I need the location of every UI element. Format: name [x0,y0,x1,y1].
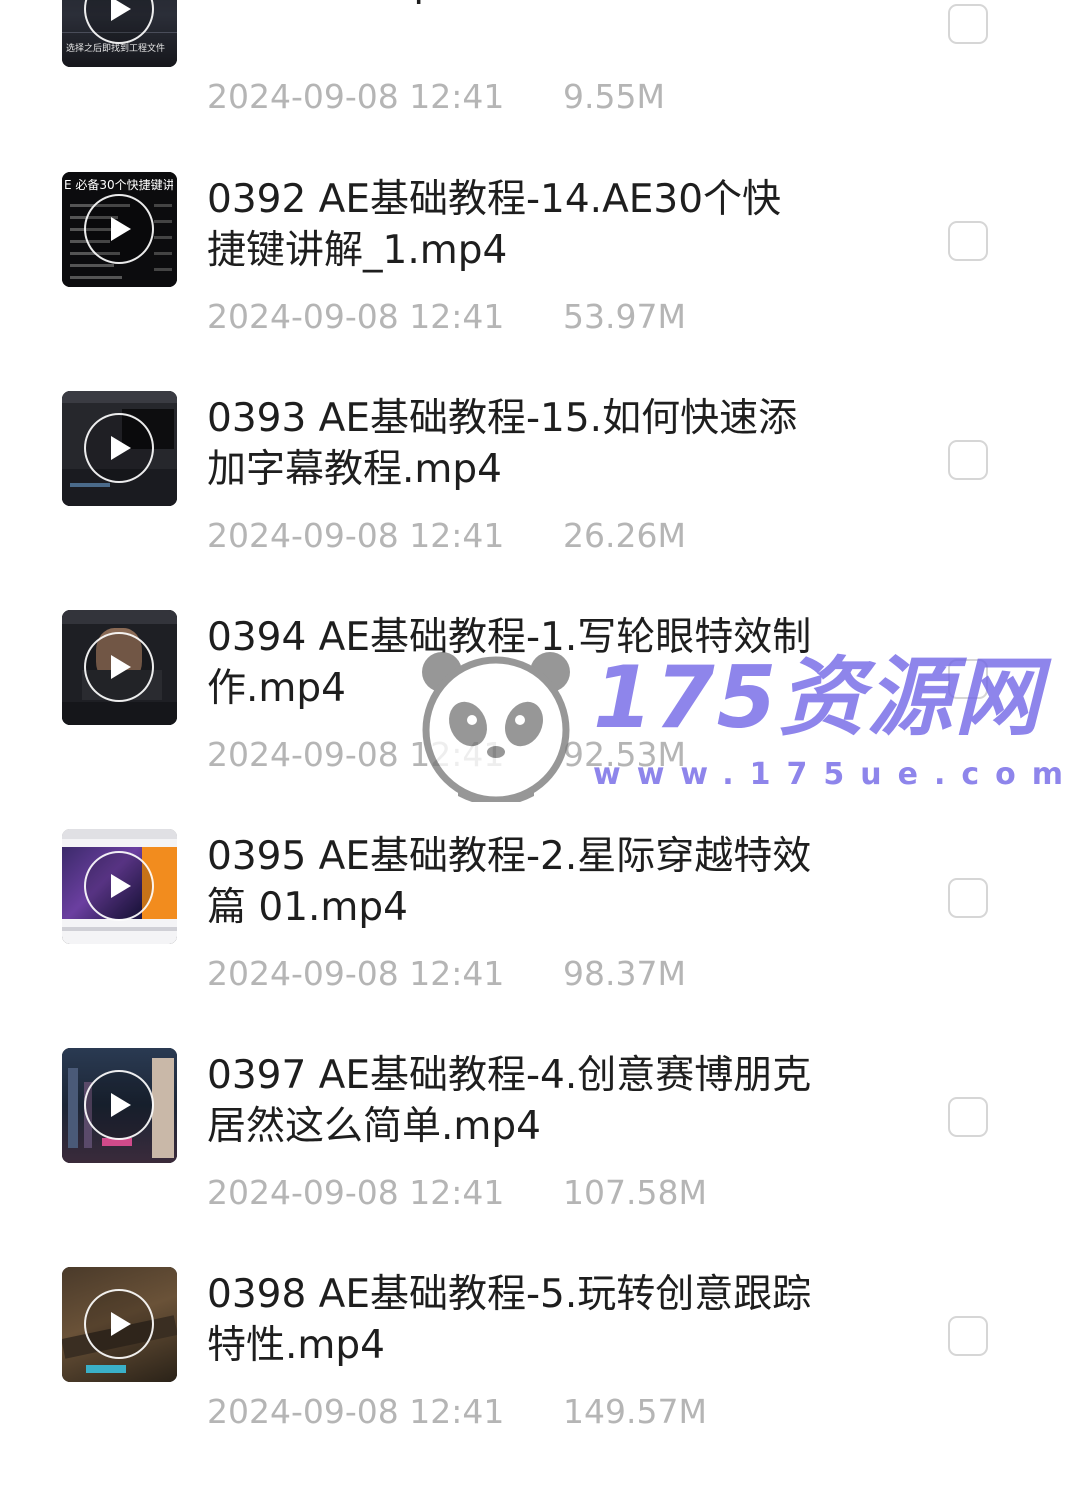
video-thumbnail[interactable]: E 必备30个快捷键讲 [62,172,177,287]
file-size: 26.26M [563,516,686,555]
play-icon [111,655,131,679]
thumbnail-caption: 选择之后即找到工程文件 [66,44,166,54]
file-title: 0397 AE基础教程-4.创意赛博朋克居然这么简单.mp4 [207,1053,812,1149]
select-checkbox[interactable] [948,4,988,44]
list-item[interactable]: 0398 AE基础教程-5.玩转创意跟踪特性.mp4 2024-09-08 12… [0,1267,1080,1486]
play-icon [111,217,131,241]
file-title: 工程文件.mp4 [207,0,817,9]
file-meta: 2024-09-08 12:41 107.58M [207,1173,707,1213]
list-item[interactable]: 0395 AE基础教程-2.星际穿越特效篇 01.mp4 2024-09-08 … [0,829,1080,1048]
file-size: 9.55M [563,77,665,116]
file-title: 0395 AE基础教程-2.星际穿越特效篇 01.mp4 [207,834,812,930]
play-icon [111,436,131,460]
file-size: 53.97M [563,297,686,336]
file-meta: 2024-09-08 12:41 9.55M [207,77,665,117]
file-list: 选择之后即找到工程文件 工程文件.mp4 2024-09-08 12:41 9.… [0,0,1080,1444]
video-thumbnail[interactable] [62,1267,177,1382]
select-checkbox[interactable] [948,1316,988,1356]
list-item[interactable]: 选择之后即找到工程文件 工程文件.mp4 2024-09-08 12:41 9.… [0,0,1080,171]
file-size: 98.37M [563,954,686,993]
play-icon [111,1093,131,1117]
file-date: 2024-09-08 12:41 [207,735,505,774]
video-thumbnail[interactable] [62,610,177,725]
file-date: 2024-09-08 12:41 [207,77,505,116]
file-size: 149.57M [563,1392,707,1431]
file-size: 92.53M [563,735,686,774]
play-button[interactable] [84,194,154,264]
video-thumbnail[interactable] [62,391,177,506]
list-item[interactable]: 0397 AE基础教程-4.创意赛博朋克居然这么简单.mp4 2024-09-0… [0,1048,1080,1267]
file-title: 0398 AE基础教程-5.玩转创意跟踪特性.mp4 [207,1272,812,1368]
thumbnail-caption: E 必备30个快捷键讲 [64,179,173,192]
play-button[interactable] [84,1070,154,1140]
file-meta: 2024-09-08 12:41 149.57M [207,1392,707,1432]
play-button[interactable] [84,632,154,702]
play-icon [111,0,131,21]
play-icon [111,874,131,898]
select-checkbox[interactable] [948,659,988,699]
file-date: 2024-09-08 12:41 [207,516,505,555]
file-size: 107.58M [563,1173,707,1212]
file-title: 0392 AE基础教程-14.AE30个快捷键讲解_1.mp4 [207,177,782,273]
select-checkbox[interactable] [948,1097,988,1137]
select-checkbox[interactable] [948,878,988,918]
list-item[interactable]: E 必备30个快捷键讲 0392 AE基础教程-14.AE30个快捷键讲解_1.… [0,172,1080,391]
list-item[interactable]: 0393 AE基础教程-15.如何快速添加字幕教程.mp4 2024-09-08… [0,391,1080,610]
file-date: 2024-09-08 12:41 [207,297,505,336]
file-date: 2024-09-08 12:41 [207,1173,505,1212]
video-thumbnail[interactable]: 选择之后即找到工程文件 [62,0,177,67]
video-thumbnail[interactable] [62,1048,177,1163]
file-meta: 2024-09-08 12:41 26.26M [207,516,686,556]
file-date: 2024-09-08 12:41 [207,954,505,993]
file-meta: 2024-09-08 12:41 98.37M [207,954,686,994]
file-date: 2024-09-08 12:41 [207,1392,505,1431]
play-icon [111,1312,131,1336]
play-button[interactable] [84,851,154,921]
play-button[interactable] [84,413,154,483]
list-item[interactable]: 0394 AE基础教程-1.写轮眼特效制作.mp4 2024-09-08 12:… [0,610,1080,829]
select-checkbox[interactable] [948,440,988,480]
play-button[interactable] [84,1289,154,1359]
video-thumbnail[interactable] [62,829,177,944]
file-meta: 2024-09-08 12:41 92.53M [207,735,686,775]
file-meta: 2024-09-08 12:41 53.97M [207,297,686,337]
file-title: 0393 AE基础教程-15.如何快速添加字幕教程.mp4 [207,396,798,492]
select-checkbox[interactable] [948,221,988,261]
file-title: 0394 AE基础教程-1.写轮眼特效制作.mp4 [207,615,812,711]
